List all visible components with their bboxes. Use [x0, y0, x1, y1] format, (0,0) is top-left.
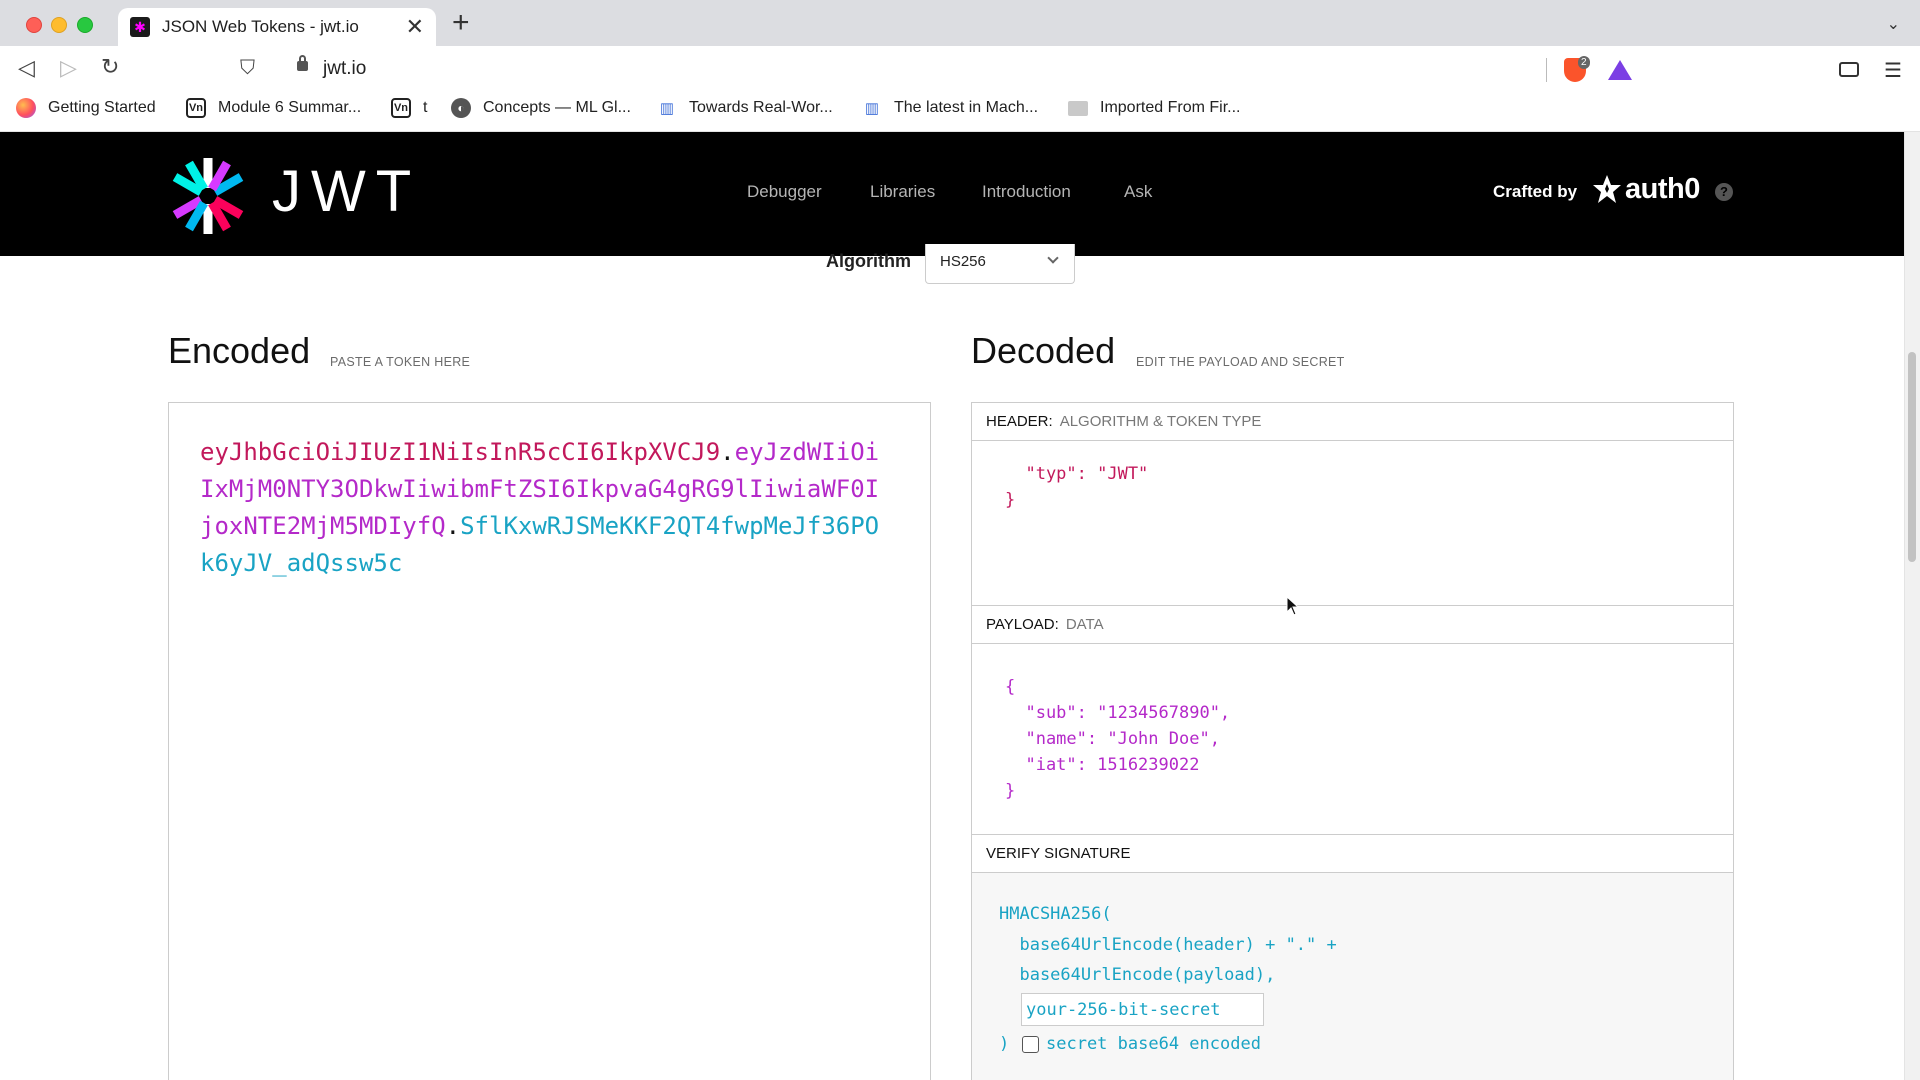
window-close-button[interactable]	[26, 17, 42, 33]
jwt-favicon-icon: ✱	[130, 17, 150, 37]
help-icon[interactable]: ?	[1715, 183, 1733, 201]
address-divider	[1546, 58, 1547, 82]
nav-ask[interactable]: Ask	[1124, 182, 1152, 202]
payload-desc: DATA	[1065, 616, 1104, 633]
blue-bars-icon: ▥	[864, 100, 880, 117]
globe-icon: ◐	[451, 98, 471, 118]
encoded-title: Encoded	[168, 330, 311, 371]
payload-section-head: PAYLOAD: DATA	[972, 606, 1733, 644]
tab-list-chevron-icon[interactable]: ⌄	[1887, 14, 1900, 34]
page-scrollbar[interactable]	[1904, 132, 1920, 1080]
bookmark-item[interactable]: ◐ Concepts — ML Gl...	[451, 98, 631, 118]
decoded-title: Decoded	[971, 330, 1116, 371]
nav-libraries[interactable]: Libraries	[870, 182, 935, 202]
wallet-icon[interactable]	[1839, 62, 1859, 77]
url-text[interactable]: jwt.io	[323, 58, 366, 80]
payload-label: PAYLOAD:	[986, 616, 1059, 633]
base64-checkbox[interactable]	[1022, 1036, 1039, 1053]
nav-debugger[interactable]: Debugger	[747, 182, 822, 202]
window-zoom-button[interactable]	[77, 17, 93, 33]
tab-title: JSON Web Tokens - jwt.io	[162, 17, 359, 36]
scrollbar-thumb[interactable]	[1908, 352, 1916, 562]
bookmark-label: t	[423, 99, 428, 116]
reload-icon[interactable]: ↻	[101, 56, 119, 78]
secret-input[interactable]	[1021, 993, 1264, 1026]
browser-tab[interactable]: ✱ JSON Web Tokens - jwt.io ✕	[118, 8, 436, 46]
algorithm-value[interactable]: HS256	[940, 253, 986, 270]
bookmark-label: Getting Started	[48, 99, 156, 116]
bookmark-item[interactable]: Imported From Fir...	[1068, 98, 1240, 118]
folder-icon	[1068, 98, 1088, 118]
header-desc: ALGORITHM & TOKEN TYPE	[1059, 413, 1262, 430]
token-dot: .	[720, 438, 735, 466]
bookmark-item[interactable]: Vn t	[391, 98, 427, 118]
token-dot: .	[445, 512, 461, 540]
signature-code: HMACSHA256( base64UrlEncode(header) + ".…	[999, 904, 1337, 985]
bookmark-item[interactable]: ▥ The latest in Mach...	[862, 98, 1038, 118]
vn-icon: Vn	[391, 98, 411, 118]
new-tab-button[interactable]: +	[452, 8, 470, 38]
window-minimize-button[interactable]	[51, 17, 67, 33]
shield-count-badge: 2	[1578, 56, 1590, 69]
menu-icon[interactable]: ☰	[1884, 58, 1902, 83]
decoded-subtitle: EDIT THE PAYLOAD AND SECRET	[1136, 355, 1345, 369]
token-header-part: eyJhbGciOiJIUzI1NiIsInR5cCI6IkpXVCJ9	[200, 438, 721, 466]
auth0-logo-text[interactable]: auth0	[1625, 175, 1700, 204]
bookmark-label: Concepts — ML Gl...	[483, 99, 631, 116]
signature-section-head: VERIFY SIGNATURE	[972, 835, 1733, 873]
payload-json-editor[interactable]: { "sub": "1234567890", "name": "John Doe…	[1005, 674, 1230, 804]
algorithm-label: Algorithm	[826, 251, 911, 271]
bookmark-label: Towards Real-Wor...	[689, 99, 833, 116]
back-icon[interactable]: ◁	[18, 57, 35, 79]
bookmark-item[interactable]: ▥ Towards Real-Wor...	[657, 98, 833, 118]
header-label: HEADER:	[986, 413, 1053, 430]
crafted-by-label: Crafted by	[1493, 182, 1578, 201]
header-section-head: HEADER: ALGORITHM & TOKEN TYPE	[972, 403, 1733, 441]
bookmark-icon[interactable]: ⛉	[240, 58, 255, 78]
nav-introduction[interactable]: Introduction	[982, 182, 1071, 202]
bookmark-label: Module 6 Summar...	[218, 99, 362, 116]
blue-bars-icon: ▥	[659, 100, 675, 117]
bookmark-item[interactable]: Vn Module 6 Summar...	[186, 98, 361, 118]
forward-icon[interactable]: ▷	[60, 57, 77, 79]
base64-checkbox-label[interactable]: secret base64 encoded	[1046, 1031, 1261, 1057]
address-bar[interactable]	[280, 53, 1643, 87]
signature-close-paren: )	[999, 1034, 1010, 1054]
lock-icon[interactable]	[297, 55, 308, 71]
bookmark-item[interactable]: Getting Started	[16, 98, 156, 118]
mouse-cursor-icon	[1286, 596, 1300, 616]
tab-close-icon[interactable]: ✕	[406, 16, 424, 38]
auth0-logo-icon[interactable]	[1592, 174, 1622, 204]
encoded-token-text[interactable]: eyJhbGciOiJIUzI1NiIsInR5cCI6IkpXVCJ9.eyJ…	[200, 434, 890, 582]
jwt-logo-icon[interactable]	[168, 156, 248, 236]
signature-label: VERIFY SIGNATURE	[986, 845, 1131, 862]
vn-icon: Vn	[186, 98, 206, 118]
brave-rewards-icon[interactable]	[1608, 60, 1632, 80]
bookmark-label: The latest in Mach...	[894, 99, 1039, 116]
bookmark-label: Imported From Fir...	[1100, 99, 1241, 116]
firefox-icon	[16, 98, 36, 118]
encoded-subtitle: PASTE A TOKEN HERE	[330, 355, 471, 369]
header-json-editor[interactable]: "typ": "JWT" }	[1005, 461, 1148, 513]
jwt-logo-text[interactable]: JWT	[272, 163, 421, 221]
